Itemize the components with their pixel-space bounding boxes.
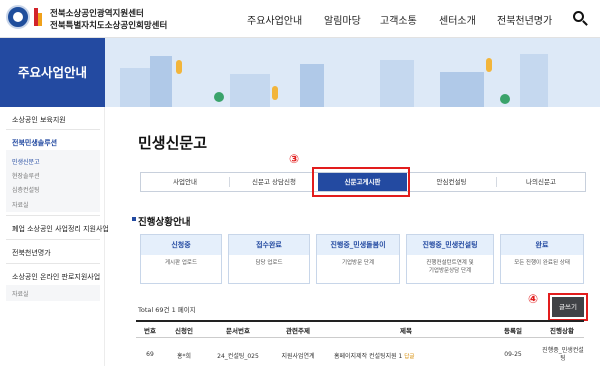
stage-desc: 모든 진행이 완료된 상태 [514,260,570,266]
stage-title: 진행중_민생컨설팅 [407,235,493,255]
highlight-box-write [548,293,588,321]
total-count: Total 69건 1 페이지 [138,306,196,314]
org-emblem-icon [34,8,42,26]
sidebar-item-online[interactable]: 소상공인 온라인 판로지원사업 [0,272,105,282]
stage-title: 신청중 [141,235,221,255]
nav-center-intro[interactable]: 센터소개 [439,12,476,27]
section-title: 진행상황안내 [138,217,191,228]
nav-notice[interactable]: 알림마당 [324,12,361,27]
highlight-box-tab [312,167,410,197]
sidebar-sub-petition[interactable]: 민생신문고 [0,157,105,166]
stage-card: 접수완료 담당 업로드 [228,234,310,284]
stage-card: 완료 모든 진행이 완료된 상태 [500,234,584,284]
sidebar-sub-archive[interactable]: 자료실 [0,200,105,209]
stage-title: 완료 [501,235,583,255]
col-topic: 관련주제 [286,327,310,335]
center-logo-icon[interactable] [6,5,30,29]
status-line2: 팅 [560,355,566,362]
sidebar-sub-consulting[interactable]: 심층컨설팅 [0,185,105,194]
search-icon[interactable] [570,8,592,30]
col-subject: 제목 [400,327,412,335]
stage-title: 진행중_민생돌봄이 [317,235,399,255]
stage-desc: 게시판 업로드 [164,260,198,266]
stage-card: 진행중_민생돌봄이 기업방문 단계 [316,234,400,284]
nav-business-guide[interactable]: 주요사업안내 [247,12,302,27]
tab-petition-apply[interactable]: 신문고 상담신청 [230,173,318,191]
banner-title: 주요사업안내 [17,65,87,80]
col-no: 번호 [144,327,156,335]
col-date: 등록일 [504,327,522,335]
sidebar-item-millennium[interactable]: 전북천년명가 [0,248,105,258]
tab-my-petition[interactable]: 나의신문고 [497,173,585,191]
sidebar-sub-field[interactable]: 현장솔루션 [0,171,105,180]
sidebar-sub-archive-2[interactable]: 자료실 [0,289,105,298]
marker-4: ④ [528,292,539,306]
section-bullet-icon [132,217,136,221]
site-header: 전북소상공인광역지원센터 전북특별자치도소상공인희망센터 주요사업안내 알림마당… [0,0,600,38]
sidebar: 소상공인 보육지원 전북민생솔루션 민생신문고 현장솔루션 심층컨설팅 자료실 … [0,107,109,366]
stage-desc: 기업방문 단계 [341,260,375,266]
status-line1: 진행중_민생컨설 [542,347,584,354]
cell-no: 69 [146,351,154,358]
col-status: 진행상황 [550,327,574,335]
cell-topic: 지원사업연계 [281,353,315,360]
org-name-line1[interactable]: 전북소상공인광역지원센터 [50,7,144,19]
nav-millennium[interactable]: 전북천년명가 [497,12,552,27]
tab-safe-consulting[interactable]: 안심컨설팅 [407,173,496,191]
sidebar-item-incubation[interactable]: 소상공인 보육지원 [0,115,105,125]
cell-doc-no: 24_컨설팅_025 [217,353,259,360]
org-name-line2[interactable]: 전북특별자치도소상공인희망센터 [50,19,167,31]
reply-badge: 답글 [404,354,415,360]
stage-title: 접수완료 [229,235,309,255]
col-applicant: 신청인 [175,327,193,335]
stage-card: 진행중_민생컨설팅 진행컨설턴트연계 및 기업방문상담 단계 [406,234,494,284]
stage-card: 신청중 게시판 업로드 [140,234,222,284]
cell-applicant: 홍*희 [176,353,192,360]
tab-business-guide[interactable]: 사업안내 [141,173,229,191]
page-title: 민생신문고 [138,134,208,152]
table-header: 번호 신청인 문서번호 관련주제 제목 등록일 진행상황 [136,320,584,338]
cell-status: 진행중_민생컨설 팅 [540,347,586,363]
sidebar-item-closure[interactable]: 폐업 소상공인 사업정리 지원사업 [0,224,109,234]
nav-customer[interactable]: 고객소통 [380,12,417,27]
stage-desc: 진행컨설턴트연계 및 기업방문상담 단계 [426,260,474,274]
cell-subject[interactable]: 홈페이지제작 컨설팅지원 1 [334,353,402,360]
cell-date: 09-25 [504,351,522,358]
col-doc-no: 문서번호 [226,327,250,335]
stage-desc: 담당 업로드 [255,260,283,266]
table-row[interactable]: 홈페이지제작 컨설팅지원 1 답글 [326,351,486,360]
marker-3: ③ [289,152,300,166]
sidebar-item-solution[interactable]: 전북민생솔루션 [0,138,105,148]
